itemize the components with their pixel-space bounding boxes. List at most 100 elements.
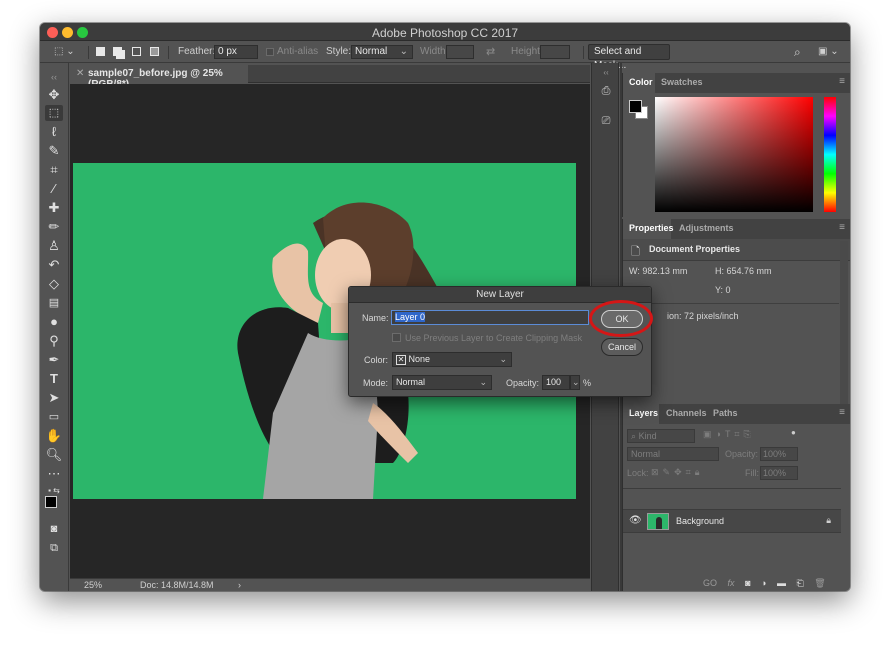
- collapse-icon[interactable]: ‹‹: [45, 69, 63, 85]
- search-icon: ⌕: [631, 431, 637, 441]
- style-select[interactable]: Normal ⌄: [351, 45, 413, 59]
- link-layers-icon[interactable]: GO: [703, 578, 717, 588]
- foreground-color-swatch[interactable]: [45, 496, 57, 508]
- add-selection-icon[interactable]: [113, 47, 122, 56]
- tab-properties[interactable]: Properties: [629, 223, 674, 233]
- subtract-selection-icon[interactable]: [132, 47, 141, 56]
- lasso-tool-icon[interactable]: ℓ: [45, 124, 63, 140]
- fill-value: 100%: [763, 468, 787, 478]
- eye-icon[interactable]: 👁︎: [629, 515, 642, 526]
- anti-alias-label: Anti-alias: [277, 46, 319, 57]
- add-mask-icon[interactable]: ◙: [745, 578, 750, 588]
- fx-icon[interactable]: fx: [728, 578, 735, 588]
- workspace-icon[interactable]: ▣ ⌄: [818, 44, 839, 60]
- tab-adjustments[interactable]: Adjustments: [679, 223, 734, 233]
- new-selection-icon[interactable]: [96, 47, 105, 56]
- blend-mode-select[interactable]: Normal: [627, 447, 719, 461]
- tab-color[interactable]: Color: [629, 77, 653, 87]
- fill-input[interactable]: 100%: [760, 466, 798, 480]
- pen-tool-icon[interactable]: ✒: [45, 352, 63, 368]
- panel-menu-icon[interactable]: ≡: [839, 222, 845, 233]
- healing-brush-tool-icon[interactable]: ✚: [45, 200, 63, 216]
- lock-icons[interactable]: ⊠✎✥⌗🔒︎: [651, 467, 703, 478]
- path-selection-tool-icon[interactable]: ➤: [45, 390, 63, 406]
- hand-tool-icon[interactable]: ✋: [45, 428, 63, 444]
- more-tools-icon[interactable]: ⋯: [45, 466, 63, 482]
- quick-mask-icon[interactable]: ◙: [45, 521, 63, 537]
- width-input[interactable]: [446, 45, 474, 59]
- move-tool-icon[interactable]: ✥: [45, 87, 63, 103]
- lock-icon[interactable]: 🔒︎: [826, 515, 831, 526]
- crop-tool-icon[interactable]: ⌗: [45, 162, 63, 178]
- options-bar: ⬚ ⌄ Feather: 0 px Anti-alias Style: Norm…: [40, 41, 850, 71]
- tools-panel: ‹‹ ✥ ⬚ ℓ ✎ ⌗ ⁄ ✚ ✏ ♙ ↶ ◇ ▤ ● ⚲ ✒ T ➤ ▭ ✋…: [40, 63, 69, 591]
- rectangle-tool-icon[interactable]: ▭: [45, 409, 63, 425]
- history-brush-tool-icon[interactable]: ↶: [45, 257, 63, 273]
- intersect-selection-icon[interactable]: [150, 47, 159, 56]
- type-tool-icon[interactable]: T: [45, 371, 63, 387]
- filter-icons[interactable]: ▣◑T⌗⎘: [703, 429, 755, 440]
- panel-menu-icon[interactable]: ≡: [839, 407, 845, 418]
- adjustment-layer-icon[interactable]: ◑: [761, 578, 766, 588]
- close-tab-icon[interactable]: ✕: [76, 68, 84, 79]
- clone-stamp-tool-icon[interactable]: ♙: [45, 238, 63, 254]
- eyedropper-tool-icon[interactable]: ⁄: [45, 181, 63, 197]
- eraser-tool-icon[interactable]: ◇: [45, 276, 63, 292]
- color-select[interactable]: ✕ None ⌄: [392, 352, 512, 367]
- status-bar: 25% Doc: 14.8M/14.8M ›: [70, 578, 590, 591]
- gradient-tool-icon[interactable]: ▤: [45, 295, 63, 311]
- hue-slider[interactable]: [824, 97, 836, 212]
- blend-mode-value: Normal: [631, 449, 661, 459]
- document-info[interactable]: Doc: 14.8M/14.8M: [140, 579, 214, 591]
- document-tab[interactable]: ✕ sample07_before.jpg @ 25% (RGB/8*): [70, 65, 248, 90]
- color-label: Color:: [364, 355, 389, 365]
- tab-paths[interactable]: Paths: [713, 408, 738, 418]
- new-group-icon[interactable]: ▬: [777, 578, 786, 588]
- fg-color-swatch[interactable]: [629, 100, 642, 113]
- clipping-mask-checkbox[interactable]: [392, 333, 401, 342]
- new-layer-icon[interactable]: ⎗: [796, 578, 803, 588]
- properties-panel-icon[interactable]: ⎚: [598, 113, 614, 129]
- brush-tool-icon[interactable]: ✏: [45, 219, 63, 235]
- tab-layers[interactable]: Layers: [629, 408, 658, 418]
- height-input[interactable]: [540, 45, 570, 59]
- status-arrow-icon[interactable]: ›: [238, 579, 241, 591]
- history-panel-icon[interactable]: ⎙: [598, 83, 614, 99]
- quick-selection-tool-icon[interactable]: ✎: [45, 143, 63, 159]
- scrollbar[interactable]: [840, 241, 848, 405]
- dialog-opacity-input[interactable]: 100: [542, 375, 570, 390]
- chevron-down-icon: ⌄: [399, 46, 408, 57]
- tab-swatches[interactable]: Swatches: [661, 77, 703, 87]
- feather-input[interactable]: 0 px: [214, 45, 258, 59]
- zoom-level[interactable]: 25%: [84, 579, 102, 591]
- color-field[interactable]: [655, 97, 813, 212]
- layer-thumbnail: [647, 513, 669, 530]
- opacity-input[interactable]: 100%: [760, 447, 798, 461]
- tab-channels[interactable]: Channels: [666, 408, 707, 418]
- expand-panels-icon[interactable]: ‹‹: [598, 65, 614, 81]
- cancel-button[interactable]: Cancel: [601, 338, 643, 356]
- layer-name-input[interactable]: Layer 0: [391, 310, 589, 325]
- layer-row-background[interactable]: 👁︎ Background 🔒︎: [623, 509, 841, 533]
- resolution-readout: ion: 72 pixels/inch: [667, 311, 739, 321]
- anti-alias-checkbox[interactable]: [266, 48, 274, 56]
- opacity-slider-toggle[interactable]: ⌄: [570, 375, 580, 390]
- dodge-tool-icon[interactable]: ⚲: [45, 333, 63, 349]
- width-label: Width:: [420, 46, 449, 57]
- zoom-tool-icon[interactable]: 🔍︎: [45, 447, 63, 463]
- divider: [583, 46, 584, 59]
- mode-select[interactable]: Normal ⌄: [392, 375, 492, 390]
- filter-kind-select[interactable]: ⌕ Kind: [627, 429, 695, 443]
- panel-menu-icon[interactable]: ≡: [839, 76, 845, 87]
- marquee-tool-icon[interactable]: ⬚: [45, 105, 63, 121]
- blur-tool-icon[interactable]: ●: [45, 314, 63, 330]
- marquee-preset-icon[interactable]: ⬚ ⌄: [54, 44, 75, 60]
- swap-dimensions-icon[interactable]: ⇄: [486, 44, 495, 60]
- trash-icon[interactable]: 🗑︎: [814, 578, 825, 588]
- document-tab-bar: ✕ sample07_before.jpg @ 25% (RGB/8*): [70, 65, 590, 90]
- divider: [168, 46, 169, 59]
- select-and-mask-button[interactable]: Select and Mask...: [588, 44, 670, 71]
- screen-mode-icon[interactable]: ⧉: [45, 540, 63, 556]
- filter-toggle-icon[interactable]: ●: [791, 428, 796, 437]
- search-icon[interactable]: ⌕: [794, 44, 801, 60]
